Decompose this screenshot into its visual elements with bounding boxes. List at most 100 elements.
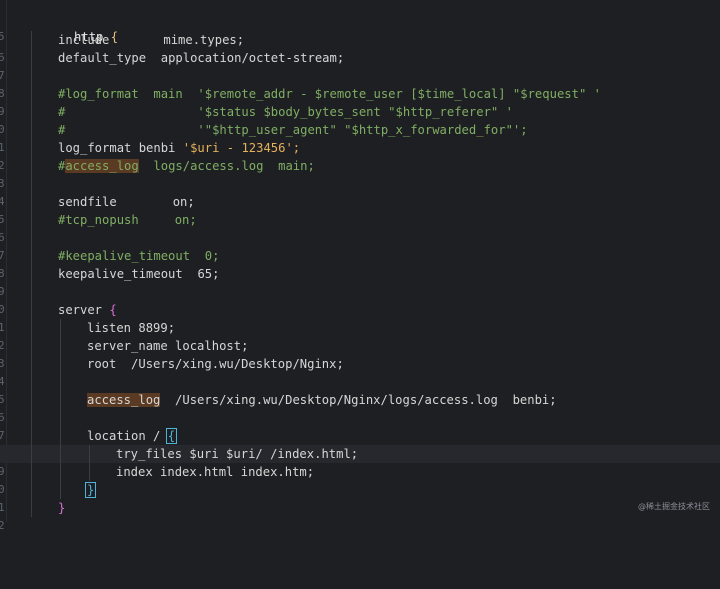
server-block-keyword: server <box>58 303 103 317</box>
code-line[interactable]: 9 keepalive_timeout 65; <box>0 265 720 298</box>
indent-guide <box>60 337 61 355</box>
code-line[interactable]: 2 listen 8899; <box>0 319 720 352</box>
code-line[interactable]: 8 #keepalive_timeout 0; <box>0 247 720 280</box>
value: 65; <box>197 267 220 281</box>
directive: server_name localhost; <box>87 339 249 353</box>
code-editor[interactable]: 5 http { 6 include mime.types; 7 default_… <box>0 0 720 532</box>
indent-guide <box>31 247 32 265</box>
code-line[interactable]: 1 } <box>0 481 720 514</box>
code-line[interactable]: 7 default_type applocation/octet-stream; <box>0 49 720 82</box>
indent-guide <box>60 373 61 391</box>
indent-guide <box>31 391 32 409</box>
code-line[interactable]: 3 #access_log logs/access.log main; <box>0 157 720 190</box>
string-value: '$uri - 123456'; <box>182 141 301 155</box>
location-keyword: location / <box>87 429 161 443</box>
directive: listen 8899; <box>87 321 176 335</box>
value: mime.types; <box>163 33 245 47</box>
comment: #log_format main '$remote_addr - $remote… <box>58 87 601 101</box>
directive: include <box>58 33 110 47</box>
value: on; <box>172 195 195 209</box>
indent-guide <box>31 355 32 373</box>
code-line[interactable]: 8 <box>0 67 720 100</box>
highlighted-match: access_log <box>65 159 139 173</box>
indent-guide <box>31 139 32 157</box>
comment-rest: logs/access.log main; <box>138 159 315 173</box>
indent-guide <box>60 391 61 409</box>
indent-guide <box>31 427 32 445</box>
indent-guide <box>60 445 61 463</box>
matched-open-brace: { <box>165 428 178 444</box>
line-number: 2 <box>0 519 5 532</box>
directive-rest: /Users/xing.wu/Desktop/Nginx/logs/access… <box>160 393 557 407</box>
code-line[interactable]: 3 server_name localhost; <box>0 337 720 370</box>
indent-guide <box>60 481 61 499</box>
indent-guide <box>60 409 61 427</box>
directive: index index.html index.htm; <box>116 465 315 479</box>
code-line[interactable]: 2 log_format benbi '$uri - 123456'; <box>0 139 720 172</box>
indent-guide <box>60 427 61 445</box>
code-line[interactable]: 1 # '"$http_user_agent" "$http_x_forward… <box>0 121 720 154</box>
indent-guide <box>60 463 61 481</box>
directive: default_type <box>58 51 147 65</box>
code-line[interactable]: 0 index index.html index.htm; <box>0 463 720 496</box>
comment: #keepalive_timeout 0; <box>58 249 220 263</box>
code-line[interactable]: 7 <box>0 409 720 442</box>
value: applocation/octet-stream; <box>160 51 345 65</box>
code-line-active[interactable]: 9 try_files $uri $uri/ /index.html; <box>0 445 720 478</box>
indent-guide <box>31 85 32 103</box>
indent-guide <box>31 373 32 391</box>
indent-guide <box>89 463 90 481</box>
close-brace: } <box>58 501 66 515</box>
code-line[interactable]: 6 #tcp_nopush on; <box>0 211 720 244</box>
code-line[interactable]: 5 <box>0 373 720 406</box>
code-line[interactable]: 4 <box>0 175 720 208</box>
indent-guide <box>31 463 32 481</box>
comment-value: on; <box>174 213 197 227</box>
indent-guide <box>31 319 32 337</box>
indent-guide <box>31 265 32 283</box>
code-line[interactable]: 6 include mime.types; <box>0 31 720 64</box>
highlighted-match: access_log <box>87 393 161 407</box>
comment: # '$status $body_bytes_sent "$http_refer… <box>58 105 513 119</box>
indent-guide <box>31 211 32 229</box>
matched-close-brace: } <box>85 482 97 498</box>
indent-guide <box>31 283 32 301</box>
indent-guide <box>31 409 32 427</box>
indent-guide <box>31 67 32 85</box>
indent-guide <box>31 499 32 517</box>
indent-guide <box>31 49 32 67</box>
indent-guide <box>89 445 90 463</box>
indent-guide <box>31 193 32 211</box>
code-line[interactable]: 0 # '$status $body_bytes_sent "$http_ref… <box>0 103 720 136</box>
indent-guide <box>31 481 32 499</box>
indent-guide <box>31 229 32 247</box>
code-line[interactable]: 4 root /Users/xing.wu/Desktop/Nginx; <box>0 355 720 388</box>
code-line[interactable]: 6 access_log /Users/xing.wu/Desktop/Ngin… <box>0 391 720 424</box>
code-line[interactable]: 7 <box>0 229 720 262</box>
code-line[interactable]: 0 <box>0 283 720 316</box>
watermark: @稀土掘金技术社区 <box>638 502 710 511</box>
indent-guide <box>60 355 61 373</box>
comment: # '"$http_user_agent" "$http_x_forwarded… <box>58 123 528 137</box>
indent-guide <box>31 445 32 463</box>
directive: log_format benbi <box>58 141 176 155</box>
indent-guide <box>31 301 32 319</box>
indent-guide <box>31 175 32 193</box>
open-brace: { <box>109 303 117 317</box>
comment: #tcp_nopush <box>58 213 139 227</box>
directive: keepalive_timeout <box>58 267 183 281</box>
indent-guide <box>31 157 32 175</box>
indent-guide <box>60 319 61 337</box>
code-line[interactable]: 1 server { <box>0 301 720 334</box>
directive: sendfile <box>58 195 117 209</box>
code-line[interactable]: 5 http { <box>0 10 720 44</box>
code-line[interactable]: 9 #log_format main '$remote_addr - $remo… <box>0 85 720 118</box>
directive: try_files $uri $uri/ /index.html; <box>116 447 359 461</box>
directive: root /Users/xing.wu/Desktop/Nginx; <box>87 357 344 371</box>
code-line[interactable]: 8 location / { <box>0 427 720 460</box>
code-line[interactable]: 5 sendfile on; <box>0 193 720 226</box>
code-line[interactable]: 2 } <box>0 499 720 532</box>
indent-guide <box>31 31 32 49</box>
indent-guide <box>31 103 32 121</box>
indent-guide <box>31 337 32 355</box>
